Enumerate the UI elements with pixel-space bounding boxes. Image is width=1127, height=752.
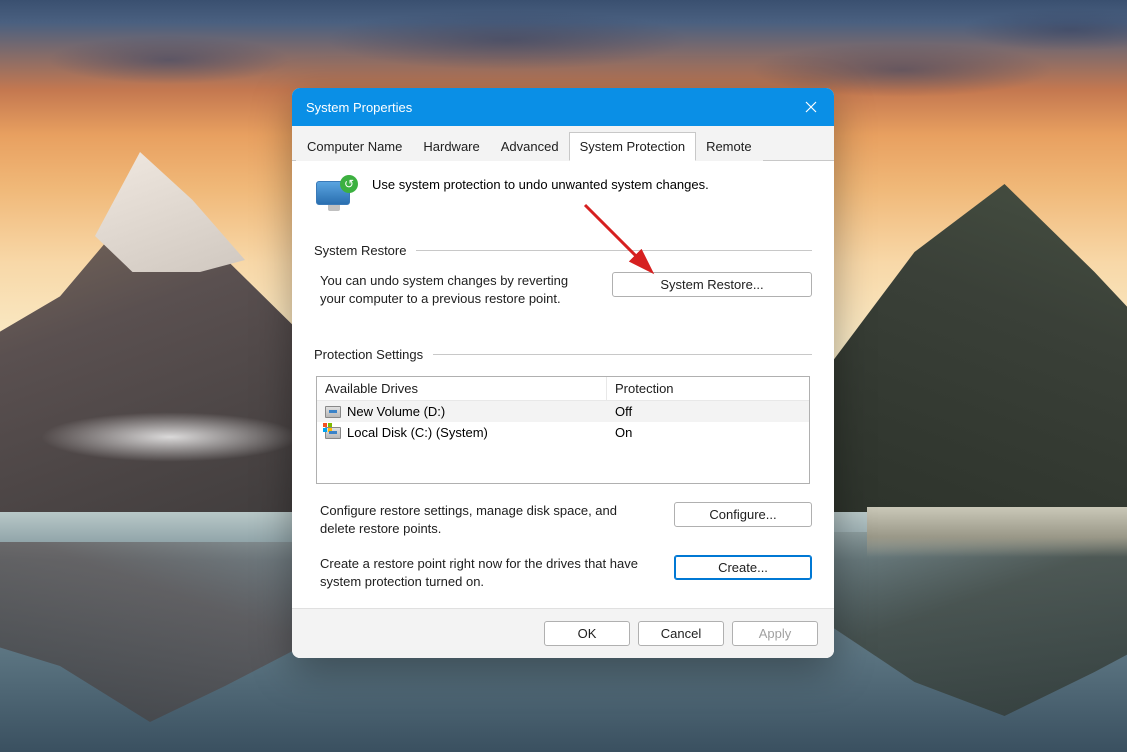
create-button[interactable]: Create... [674, 555, 812, 580]
tab-remote[interactable]: Remote [695, 132, 763, 161]
drives-table[interactable]: Available Drives Protection New Volume (… [316, 376, 810, 484]
system-properties-dialog: System Properties Computer Name Hardware… [292, 88, 834, 658]
tab-hardware[interactable]: Hardware [412, 132, 490, 161]
col-protection: Protection [607, 377, 809, 400]
window-title: System Properties [306, 100, 412, 115]
close-icon [805, 101, 817, 113]
drive-protection: Off [607, 401, 809, 422]
group-protection-settings: Protection Settings [314, 347, 812, 362]
system-restore-button[interactable]: System Restore... [612, 272, 812, 297]
tab-computer-name[interactable]: Computer Name [296, 132, 413, 161]
tab-advanced[interactable]: Advanced [490, 132, 570, 161]
desktop-background [40, 412, 300, 462]
apply-button[interactable]: Apply [732, 621, 818, 646]
close-button[interactable] [788, 88, 834, 126]
drive-icon [325, 427, 341, 439]
table-row[interactable]: New Volume (D:) Off [317, 401, 809, 422]
col-drives: Available Drives [317, 377, 607, 400]
ok-button[interactable]: OK [544, 621, 630, 646]
titlebar[interactable]: System Properties [292, 88, 834, 126]
desktop-background [867, 507, 1127, 557]
group-label: Protection Settings [314, 347, 423, 362]
group-label: System Restore [314, 243, 406, 258]
tab-strip: Computer Name Hardware Advanced System P… [292, 126, 834, 161]
table-row[interactable]: Local Disk (C:) (System) On [317, 422, 809, 443]
drive-protection: On [607, 422, 809, 443]
group-system-restore: System Restore [314, 243, 812, 258]
cancel-button[interactable]: Cancel [638, 621, 724, 646]
drive-name: New Volume (D:) [347, 404, 445, 419]
intro-text: Use system protection to undo unwanted s… [372, 177, 709, 192]
intro-row: ↺ Use system protection to undo unwanted… [314, 177, 812, 213]
configure-description: Configure restore settings, manage disk … [320, 502, 654, 537]
system-protection-icon: ↺ [314, 177, 356, 213]
configure-button[interactable]: Configure... [674, 502, 812, 527]
drive-name: Local Disk (C:) (System) [347, 425, 488, 440]
drive-icon [325, 406, 341, 418]
table-header: Available Drives Protection [317, 377, 809, 401]
dialog-button-bar: OK Cancel Apply [292, 608, 834, 658]
tab-panel: ↺ Use system protection to undo unwanted… [292, 161, 834, 608]
restore-description: You can undo system changes by reverting… [320, 272, 592, 307]
create-description: Create a restore point right now for the… [320, 555, 654, 590]
tab-system-protection[interactable]: System Protection [569, 132, 697, 161]
